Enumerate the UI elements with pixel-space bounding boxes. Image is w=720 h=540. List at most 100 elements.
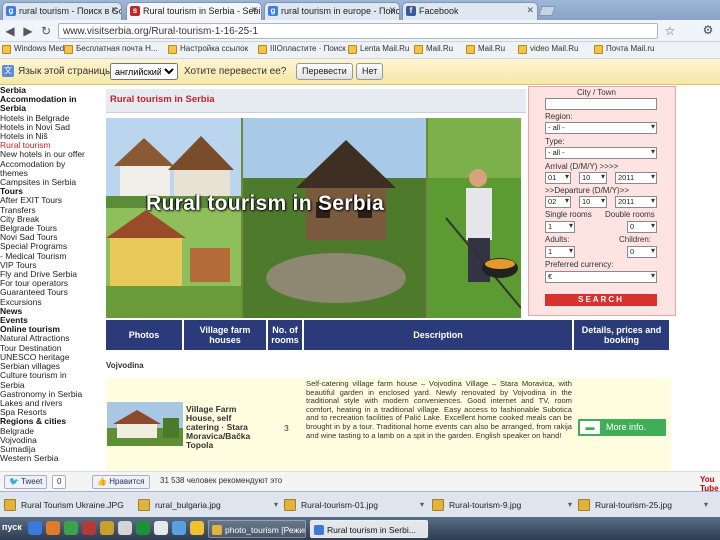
- hero-banner: Rural tourism in Serbia: [106, 118, 521, 318]
- bookmark-item[interactable]: Бесплатная почта H...: [64, 44, 158, 54]
- more-info-button[interactable]: ▬ More info.: [578, 419, 666, 436]
- dropdown-arrow-icon: ▾: [703, 500, 708, 509]
- region-select[interactable]: - all -: [545, 122, 657, 134]
- dropdown-arrow-icon: ▾: [567, 500, 572, 509]
- bookmark-item[interactable]: Lenta Mail.Ru: [348, 44, 409, 54]
- browser-tab[interactable]: g rural tourism - Поиск в Google ✕: [2, 2, 122, 20]
- like-button[interactable]: 👍 Нравится: [92, 475, 150, 489]
- single-rooms-label: Single rooms: [545, 210, 592, 219]
- bookmark-item[interactable]: Настройка ссылок: [168, 44, 248, 54]
- back-arrow-icon[interactable]: ◀: [2, 23, 18, 39]
- browser-icon: [314, 525, 324, 535]
- browser-tab-active[interactable]: s Rural tourism in Serbia - Sebi ✕: [126, 2, 262, 20]
- quick-launch-icon[interactable]: [190, 521, 204, 535]
- translate-button[interactable]: Перевести: [296, 63, 353, 80]
- download-item[interactable]: Rural-tourism-9.jpg ▾: [432, 496, 572, 514]
- hero-photo-collage: [106, 118, 521, 318]
- bookmark-item[interactable]: video Mail.Ru: [518, 44, 578, 54]
- currency-select[interactable]: €: [545, 271, 657, 283]
- house-name[interactable]: Village Farm House, self catering · Star…: [186, 405, 260, 450]
- download-item[interactable]: Rural Tourism Ukraine.JPG▾: [4, 496, 144, 514]
- thumbs-up-icon: 👍: [97, 477, 107, 486]
- bookmark-item[interactable]: IIIОпластите · Поиск: [258, 44, 346, 54]
- column-header-description: Description: [304, 320, 574, 350]
- departure-month-select[interactable]: 10: [579, 196, 607, 208]
- quick-launch-icon[interactable]: [136, 521, 150, 535]
- close-icon[interactable]: ✕: [526, 5, 534, 16]
- dropdown-arrow-icon: ▾: [273, 500, 278, 509]
- page-title: Rural tourism in Serbia: [106, 89, 526, 113]
- children-select[interactable]: 0: [627, 246, 657, 258]
- bookmark-item[interactable]: Mail.Ru: [466, 44, 505, 54]
- taskbar-item[interactable]: photo_tourism [Режим о...: [208, 520, 306, 538]
- close-icon[interactable]: ✕: [250, 5, 258, 16]
- dropdown-arrow-icon: ▾: [419, 500, 424, 509]
- quick-launch-icon[interactable]: [64, 521, 78, 535]
- arrival-label: Arrival (D/M/Y) >>>>: [545, 162, 619, 171]
- tab-label: rural tourism in europe - Поис: [281, 6, 400, 16]
- language-select[interactable]: английский: [110, 63, 178, 80]
- browser-tab[interactable]: g rural tourism in europe - Поис ✕: [264, 2, 400, 20]
- wrench-icon[interactable]: ⚙: [700, 23, 716, 39]
- quick-launch-icon[interactable]: [100, 521, 114, 535]
- address-bar: ◀ ▶ ↻ www.visitserbia.org/Rural-tourism-…: [0, 20, 720, 42]
- bookmark-item[interactable]: Windows Media: [2, 44, 70, 54]
- download-item[interactable]: rural_bulgaria.jpg ▾: [138, 496, 278, 514]
- adults-select[interactable]: 1: [545, 246, 575, 258]
- taskbar-item-active[interactable]: Rural tourism in Serbi...: [310, 520, 428, 538]
- adults-label: Adults:: [545, 235, 570, 244]
- nav-item[interactable]: Western Serbia: [0, 453, 100, 463]
- children-label: Children:: [619, 235, 652, 244]
- translate-question: Хотите перевести ее?: [184, 66, 287, 77]
- downloads-shelf: Rural Tourism Ukraine.JPG▾ rural_bulgari…: [0, 491, 720, 517]
- single-rooms-select[interactable]: 1: [545, 221, 575, 233]
- arrival-year-select[interactable]: 2011: [615, 172, 657, 184]
- download-item[interactable]: Rural-tourism-25.jpg ▾: [578, 496, 708, 514]
- quick-launch-icon[interactable]: [28, 521, 42, 535]
- tweet-button[interactable]: 🐦 Tweet: [4, 475, 48, 489]
- double-rooms-select[interactable]: 0: [627, 221, 657, 233]
- quick-launch-icon[interactable]: [154, 521, 168, 535]
- bookmark-icon: [466, 45, 475, 54]
- search-button[interactable]: SEARCH: [545, 294, 657, 306]
- departure-label: >>Departure (D/M/Y)>>: [545, 186, 630, 195]
- bookmark-icon: [348, 45, 357, 54]
- close-icon[interactable]: ✕: [110, 5, 118, 16]
- quick-launch-icon[interactable]: [46, 521, 60, 535]
- left-navigation: Serbia Accommodation in Serbia Hotels in Be…: [0, 86, 100, 471]
- column-header-rooms: No. of rooms: [268, 320, 304, 350]
- image-file-icon: [4, 499, 16, 511]
- bookmark-icon: [2, 45, 11, 54]
- quick-launch-icon[interactable]: [118, 521, 132, 535]
- arrival-month-select[interactable]: 10: [579, 172, 607, 184]
- quick-launch-icon[interactable]: [82, 521, 96, 535]
- arrival-day-select[interactable]: 01: [545, 172, 571, 184]
- quick-launch-icon[interactable]: [172, 521, 186, 535]
- forward-arrow-icon[interactable]: ▶: [20, 23, 36, 39]
- more-info-label: More info.: [606, 422, 647, 432]
- download-item[interactable]: Rural-tourism-01.jpg ▾: [284, 496, 424, 514]
- departure-day-select[interactable]: 02: [545, 196, 571, 208]
- web-page: Serbia Accommodation in Serbia Hotels in Be…: [0, 86, 720, 471]
- type-select[interactable]: - all -: [545, 147, 657, 159]
- bookmarks-bar: Windows Media Бесплатная почта H... Наст…: [0, 42, 720, 59]
- start-button[interactable]: пуск: [2, 522, 22, 532]
- hero-title: Rural tourism in Serbia: [146, 192, 384, 215]
- star-icon[interactable]: ☆: [662, 23, 678, 39]
- new-tab-button[interactable]: [538, 6, 556, 16]
- url-field[interactable]: www.visitserbia.org/Rural-tourism-1-16-2…: [58, 23, 658, 39]
- farmhouse-photo: [107, 402, 183, 446]
- column-header-details: Details, prices and booking: [574, 320, 669, 350]
- column-header-houses: Village farm houses: [184, 320, 268, 350]
- bed-icon: ▬: [580, 421, 600, 434]
- close-icon[interactable]: ✕: [388, 5, 396, 16]
- bookmark-item[interactable]: Почта Mail.ru: [594, 44, 654, 54]
- bookmark-item[interactable]: Mail.Ru: [414, 44, 453, 54]
- accommodation-search-panel: City / Town Region: - all - Type: - all …: [528, 86, 676, 316]
- departure-year-select[interactable]: 2011: [615, 196, 657, 208]
- no-button[interactable]: Нет: [356, 63, 384, 80]
- browser-tab[interactable]: f Facebook ✕: [402, 2, 538, 20]
- reload-icon[interactable]: ↻: [38, 23, 54, 39]
- city-input[interactable]: [545, 98, 657, 110]
- image-file-icon: [432, 499, 444, 511]
